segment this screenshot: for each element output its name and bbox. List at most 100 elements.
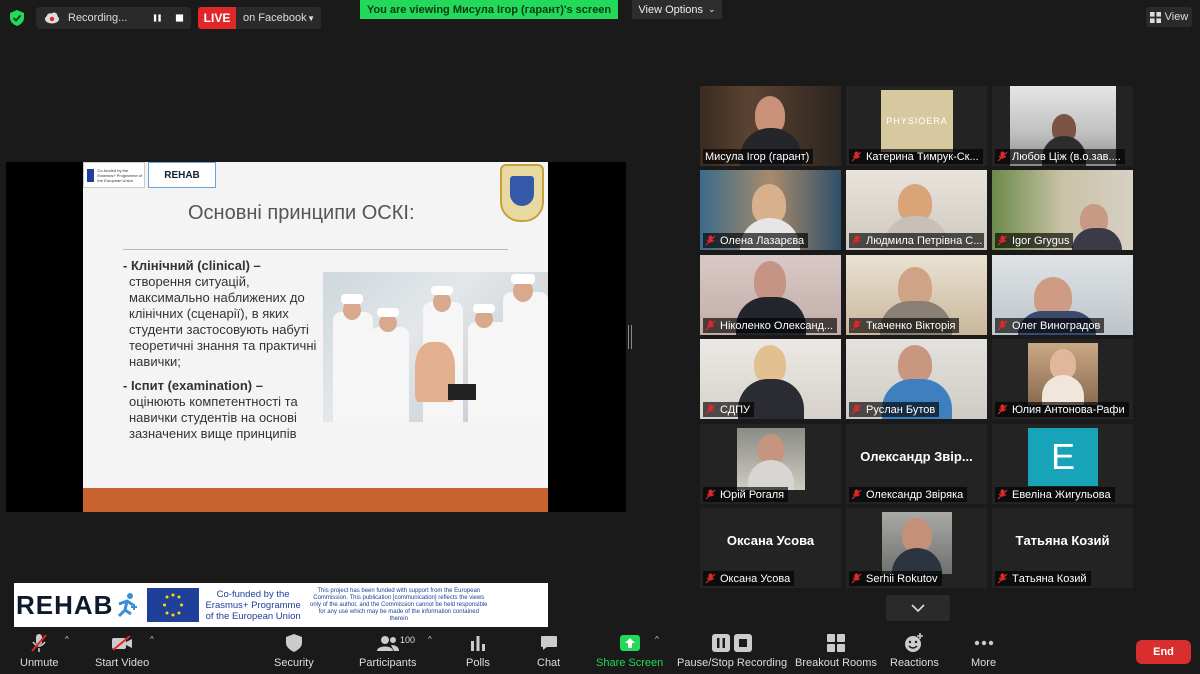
caret-down-icon: ▼ [307, 13, 315, 23]
pause-recording-icon[interactable] [153, 13, 162, 23]
end-meeting-button[interactable]: End [1136, 640, 1191, 664]
view-label: View [1164, 11, 1189, 23]
participant-name-label: Олена Лазарєва [703, 233, 809, 248]
participants-label: Participants [359, 657, 417, 669]
shared-screen-area: Co-funded by the Erasmus+ Programme of t… [6, 162, 626, 512]
eu-flag-icon [147, 588, 200, 622]
more-button[interactable]: More [971, 633, 996, 669]
participant-tile[interactable]: Юрій Рогаля [700, 424, 841, 504]
start-video-button[interactable]: Start Video [95, 633, 149, 669]
eu-flag-icon [87, 168, 95, 182]
chat-button[interactable]: Chat [537, 633, 560, 669]
muted-mic-icon [997, 489, 1008, 500]
participant-tile[interactable]: Мисула Ігор (гарант) [700, 86, 841, 166]
grid-view-icon [1149, 11, 1161, 23]
viewing-screen-banner: You are viewing Мисула Ігор (гарант)'s s… [360, 0, 618, 19]
participant-tile[interactable]: PHYSIOERA Катерина Тимрук-Ск... [846, 86, 987, 166]
muted-mic-icon [705, 235, 716, 246]
security-label: Security [274, 657, 314, 669]
start-video-label: Start Video [95, 657, 150, 669]
muted-mic-icon [705, 404, 716, 415]
participant-tile[interactable]: Тaтьяна Козий Тaтьяна Козий [992, 508, 1133, 588]
participant-tile[interactable]: E Евеліна Жигульова [992, 424, 1133, 504]
share-screen-button[interactable]: Share Screen [596, 633, 663, 669]
participant-tile[interactable]: Ткаченко Вікторія [846, 255, 987, 335]
participant-display-name: Олександр Звір... [860, 448, 973, 464]
muted-mic-icon [997, 235, 1008, 246]
participant-tile[interactable]: Людмила Петрівна С... [846, 170, 987, 250]
participant-display-name: Тaтьяна Козий [1015, 532, 1110, 548]
participant-tile[interactable]: Руслан Бутов [846, 339, 987, 419]
participant-tile[interactable]: Любов Ціж (в.о.зав.... [992, 86, 1133, 166]
slide-rehab-logo: REHAB [148, 162, 216, 188]
participants-count: 100 [400, 635, 416, 645]
participant-name-label: Мисула Ігор (гарант) [703, 149, 814, 164]
participant-tile[interactable]: Юлия Антонова-Рафи [992, 339, 1133, 419]
cofund-text: Co-funded by the Erasmus+ Programme of t… [205, 588, 301, 622]
share-screen-label: Share Screen [596, 657, 664, 669]
audio-options-caret-icon[interactable]: ^ [65, 635, 69, 644]
breakout-rooms-button[interactable]: Breakout Rooms [795, 633, 877, 669]
participants-caret-icon[interactable]: ^ [428, 635, 432, 644]
slide-eu-logo: Co-funded by the Erasmus+ Programme of t… [83, 162, 145, 188]
muted-mic-icon [851, 489, 862, 500]
banner-rehab-logo: REHAB [16, 589, 114, 620]
muted-mic-icon [705, 573, 716, 584]
participant-name-label: Оксана Усова [703, 571, 795, 586]
muted-mic-icon [705, 320, 716, 331]
view-options-button[interactable]: View Options ⌄ [632, 0, 722, 19]
participants-icon [376, 636, 399, 651]
top-bar: Recording... LIVE on Facebook ▼ You are … [0, 0, 1200, 36]
muted-mic-icon [31, 634, 48, 652]
participant-tile[interactable]: Igor Grygus [992, 170, 1133, 250]
breakout-rooms-label: Breakout Rooms [795, 657, 877, 669]
live-on-facebook-dropdown[interactable]: on Facebook ▼ [236, 7, 321, 29]
muted-mic-icon [997, 404, 1008, 415]
stop-icon [734, 634, 753, 652]
polls-label: Polls [466, 657, 490, 669]
gallery-next-page-button[interactable] [886, 595, 950, 621]
pause-icon [712, 634, 731, 652]
participant-tile[interactable]: Оксана Усова Оксана Усова [700, 508, 841, 588]
security-shield-icon[interactable] [10, 10, 24, 26]
share-screen-icon [619, 635, 640, 651]
security-button[interactable]: Security [274, 633, 314, 669]
recording-indicator: Recording... [36, 7, 191, 29]
participant-name-label: Людмила Петрівна С... [849, 233, 984, 248]
polls-icon [470, 636, 485, 651]
unmute-button[interactable]: Unmute [20, 633, 59, 669]
muted-mic-icon [851, 235, 862, 246]
chat-label: Chat [537, 657, 561, 669]
participant-tile[interactable]: Олександр Звір... Олександр Звіряка [846, 424, 987, 504]
polls-button[interactable]: Polls [466, 633, 490, 669]
eu-disclaimer-text: This project has been funded with suppor… [310, 587, 488, 622]
participant-tile[interactable]: Олена Лазарєва [700, 170, 841, 250]
participant-display-name: Оксана Усова [726, 532, 815, 548]
stop-recording-icon[interactable] [175, 13, 184, 23]
participant-tile[interactable]: СДПУ [700, 339, 841, 419]
split-resize-handle[interactable] [628, 325, 632, 349]
shield-icon [285, 634, 302, 652]
pause-stop-recording-button[interactable]: Pause/Stop Recording [677, 633, 787, 669]
meeting-toolbar: Unmute ^ Start Video ^ Security Particip… [0, 627, 1200, 674]
muted-mic-icon [851, 320, 862, 331]
participant-tile[interactable]: Олег Виноградов [992, 255, 1133, 335]
participant-tile[interactable]: Ніколенко Олександ... [700, 255, 841, 335]
reactions-button[interactable]: Reactions [890, 633, 939, 669]
participant-tile[interactable]: Serhii Rokutov [846, 508, 987, 588]
slide-divider [123, 249, 508, 250]
slide-body: - Клінічний (clinical) – створення ситуа… [123, 258, 323, 442]
participant-name-label: Юрій Рогаля [703, 487, 789, 502]
university-crest-icon [500, 164, 544, 222]
video-options-caret-icon[interactable]: ^ [150, 635, 154, 644]
bullet-exam-text: оцінюють компетентності та навички студе… [129, 394, 298, 441]
share-options-caret-icon[interactable]: ^ [655, 635, 659, 644]
breakout-rooms-icon [826, 634, 845, 652]
participant-name-label: Катерина Тимрук-Ск... [849, 149, 983, 164]
cloud-record-icon [45, 12, 59, 24]
muted-mic-icon [851, 573, 862, 584]
physioera-logo: PHYSIOERA [881, 90, 953, 152]
slide-eu-logo-text: Co-funded by the Erasmus+ Programme of t… [97, 167, 142, 183]
view-button[interactable]: View [1146, 7, 1192, 27]
participant-name-label: Олександр Звіряка [849, 487, 968, 502]
